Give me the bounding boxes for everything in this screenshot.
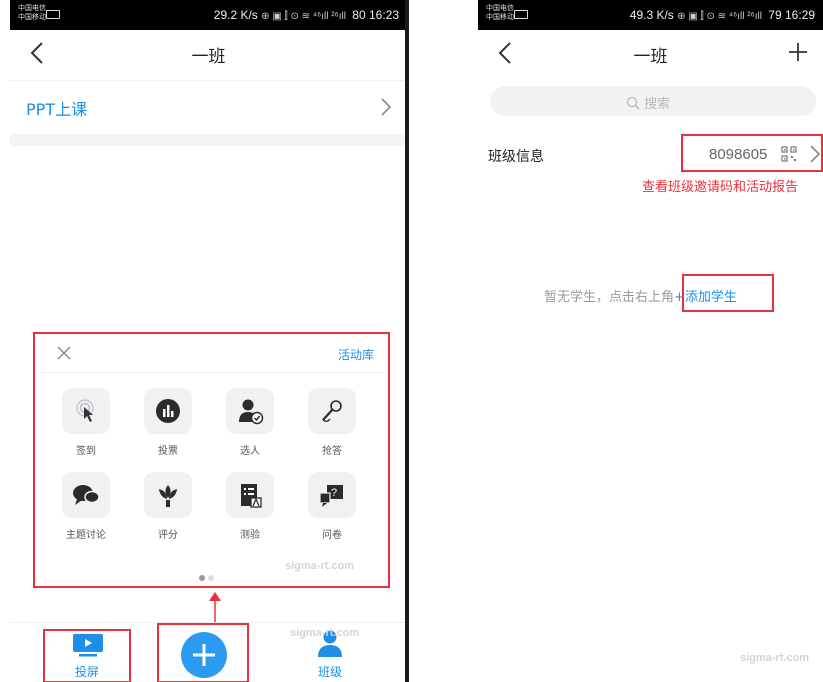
chart-bar-icon (144, 388, 192, 434)
watermark: sigma-rt.com (740, 652, 810, 664)
status-indicators: 49.3 K/s ⊕ ▣ ⫿ ⊙ ≋ ⁴⁶ıll ²⁶ıll 79 16:29 (630, 8, 815, 22)
chevron-right-icon (381, 98, 392, 116)
network-speed: 49.3 K/s (629, 8, 674, 22)
carrier-line-2: 中国移动 (486, 13, 514, 21)
quiz-icon (226, 472, 274, 518)
class-info-row[interactable]: 班级信息 8098605 (478, 134, 823, 176)
carrier-info: 中国电信 中国移动 (18, 4, 46, 22)
activity-label: 选人 (240, 446, 260, 457)
activity-item-vote[interactable]: 投票 (127, 386, 207, 466)
page-indicator (199, 566, 217, 585)
carrier-line-1: 中国电信 (18, 4, 46, 12)
carrier-info: 中国电信 中国移动 (486, 4, 514, 22)
activity-label: 投票 (158, 446, 178, 457)
chat-bubbles-icon (62, 472, 110, 518)
screenshot-stage: 中国电信 中国移动 29.2 K/s ⊕ ▣ ⫿ ⊙ ≋ ⁴⁶ıll ²⁶ıll… (0, 0, 823, 682)
add-activity-highlight (157, 623, 249, 682)
status-bar: 中国电信 中国移动 29.2 K/s ⊕ ▣ ⫿ ⊙ ≋ ⁴⁶ıll ²⁶ıll… (10, 0, 407, 30)
activity-label: 测验 (240, 530, 260, 541)
bottom-tab-bar: 投屏 班级 sigma-rt.com (10, 622, 407, 682)
status-indicators: 29.2 K/s ⊕ ▣ ⫿ ⊙ ≋ ⁴⁶ıll ²⁶ıll 80 16:23 (214, 8, 399, 22)
right-phone-screen: 中国电信 中国移动 49.3 K/s ⊕ ▣ ⫿ ⊙ ≋ ⁴⁶ıll ²⁶ıll… (478, 0, 823, 682)
question-card-icon: ? (308, 472, 356, 518)
time: 16:23 (368, 8, 399, 22)
tab-screen-cast-label: 投屏 (74, 665, 99, 679)
add-student-plus-button[interactable] (787, 41, 809, 63)
activity-label: 签到 (76, 446, 96, 457)
activity-item-quiz[interactable]: 测验 (209, 470, 289, 550)
watermark: sigma-rt.com (290, 627, 360, 639)
panel-divider (41, 372, 382, 373)
activity-panel: 活动库 签到 投票 选人 抢答 主题讨论 评分 测验 ? 问卷 sigma-rt… (33, 332, 390, 588)
activity-label: 主题讨论 (66, 530, 106, 541)
search-input[interactable]: 搜索 (490, 86, 816, 116)
image-notification-icon (514, 10, 528, 19)
monitor-play-icon (73, 634, 103, 657)
activity-item-pick[interactable]: 选人 (209, 386, 289, 466)
add-student-highlight (682, 274, 774, 312)
activity-item-rush-answer[interactable]: 抢答 (291, 386, 371, 466)
page-dot-active (199, 575, 205, 581)
activity-label: 问卷 (322, 530, 342, 541)
class-info-label: 班级信息 (488, 149, 544, 165)
tab-class-label: 班级 (317, 665, 342, 679)
search-icon (626, 96, 640, 110)
section-divider (10, 134, 407, 146)
status-icons: ⊕ ▣ ⫿ ⊙ ≋ ⁴⁶ıll ²⁶ıll (677, 11, 762, 22)
ppt-class-label: PPT上课 (26, 100, 88, 119)
tab-screen-cast[interactable]: 投屏 (43, 629, 131, 682)
battery-level: 79 (768, 8, 782, 22)
watermark: sigma-rt.com (285, 560, 355, 572)
tap-icon (62, 388, 110, 434)
nav-bar: 一班 (478, 30, 823, 76)
network-speed: 29.2 K/s (213, 8, 258, 22)
carrier-line-2: 中国移动 (18, 13, 46, 21)
left-phone-screen: 中国电信 中国移动 29.2 K/s ⊕ ▣ ⫿ ⊙ ≋ ⁴⁶ıll ²⁶ıll… (10, 0, 407, 682)
nav-bar: 一班 (10, 30, 407, 76)
page-dot (208, 575, 214, 581)
empty-hint-text: 暂无学生，点击右上角 (544, 290, 675, 305)
class-code: 8098605 (709, 146, 768, 163)
status-bar: 中国电信 中国移动 49.3 K/s ⊕ ▣ ⫿ ⊙ ≋ ⁴⁶ıll ²⁶ıll… (478, 0, 823, 30)
carrier-line-1: 中国电信 (486, 4, 514, 12)
battery-level: 80 (352, 8, 366, 22)
svg-text:?: ? (331, 487, 337, 499)
activity-item-discussion[interactable]: 主题讨论 (45, 470, 125, 550)
class-code-highlight: 8098605 (681, 134, 823, 172)
ppt-class-row[interactable]: PPT上课 (10, 80, 407, 132)
search-placeholder: 搜索 (644, 97, 671, 112)
class-info-annotation: 查看班级邀请码和活动报告 (642, 180, 799, 195)
page-title: 一班 (633, 47, 668, 67)
activity-item-signin[interactable]: 签到 (45, 386, 125, 466)
lotus-icon (144, 472, 192, 518)
arrow-up-icon (209, 592, 221, 622)
chevron-right-icon (810, 145, 821, 163)
close-icon[interactable] (55, 344, 73, 362)
activity-library-link[interactable]: 活动库 (338, 346, 374, 363)
activity-label: 抢答 (322, 446, 342, 457)
activity-label: 评分 (158, 530, 178, 541)
status-icons: ⊕ ▣ ⫿ ⊙ ≋ ⁴⁶ıll ²⁶ıll (261, 11, 346, 22)
activity-item-rating[interactable]: 评分 (127, 470, 207, 550)
screen-edge (405, 0, 409, 682)
image-notification-icon (46, 10, 60, 19)
page-title: 一班 (191, 47, 226, 67)
search-placeholder-wrap: 搜索 (626, 93, 670, 112)
add-activity-button[interactable] (181, 632, 227, 678)
qr-code-icon[interactable] (781, 146, 797, 162)
plus-icon (193, 644, 215, 666)
person-check-icon (226, 388, 274, 434)
microphone-icon (308, 388, 356, 434)
activity-item-survey[interactable]: ? 问卷 (291, 470, 371, 550)
time: 16:29 (784, 8, 815, 22)
